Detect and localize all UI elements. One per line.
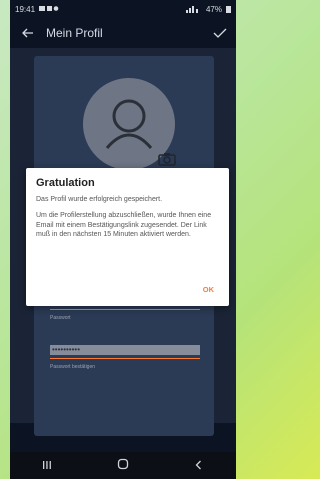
battery-icon (226, 6, 231, 13)
status-bar: 19:41 47% (10, 0, 236, 18)
signal-icon (185, 6, 198, 13)
dialog-message-email: Um die Profilerstellung abzuschließen, w… (36, 212, 212, 239)
password-confirm-underline (50, 358, 200, 359)
password-confirm-label: Passwort bestätigen (50, 364, 96, 370)
dialog-message-saved: Das Profil wurde erfolgreich gespeichert… (36, 196, 163, 203)
camera-icon[interactable] (158, 152, 176, 166)
dialog-title: Gratulation (36, 177, 95, 189)
status-right: 47% (185, 4, 231, 14)
success-dialog: Gratulation Das Profil wurde erfolgreich… (26, 168, 229, 306)
battery-percent: 47% (205, 4, 222, 14)
back-chevron-icon[interactable] (194, 459, 204, 473)
notification-icons (39, 5, 61, 14)
back-arrow-icon[interactable] (10, 25, 46, 41)
password-label: Passwort (50, 315, 71, 321)
password-confirm-field[interactable]: •••••••••• (50, 345, 200, 355)
status-time: 19:41 (15, 4, 36, 14)
ok-button[interactable]: OK (203, 285, 214, 294)
check-icon[interactable] (204, 25, 236, 42)
system-nav-bar (10, 452, 236, 479)
home-icon[interactable] (117, 458, 129, 473)
recent-apps-icon[interactable] (42, 459, 52, 473)
app-bar: Mein Profil (10, 18, 236, 48)
page-title: Mein Profil (46, 26, 103, 40)
password-field-underline[interactable] (50, 309, 200, 310)
